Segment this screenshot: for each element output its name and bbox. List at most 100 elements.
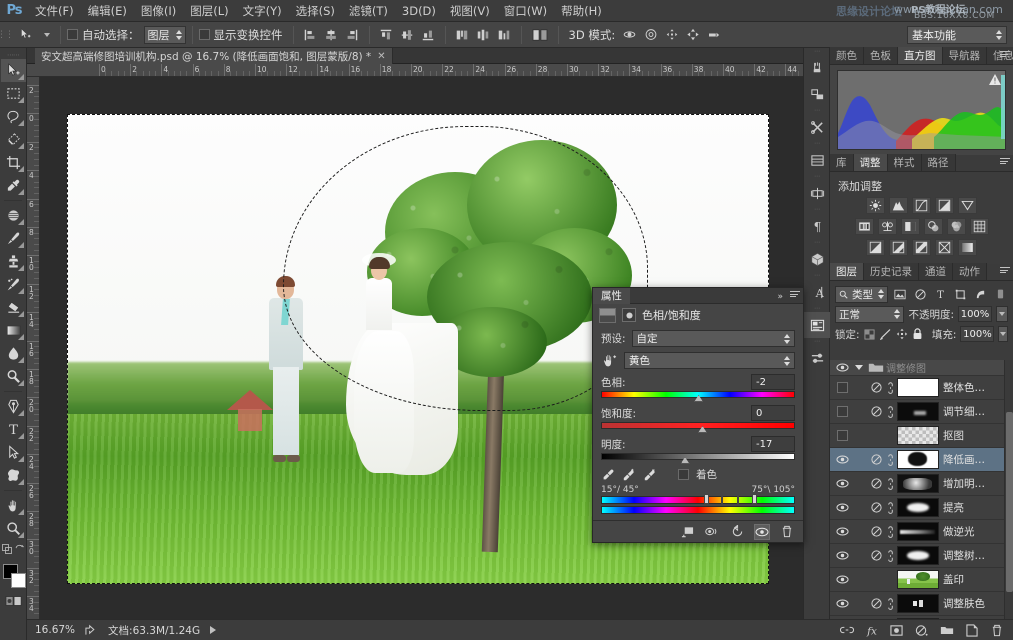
menu-3d[interactable]: 3D(D) xyxy=(395,0,443,22)
lasso-tool[interactable] xyxy=(1,105,26,128)
posterize-icon[interactable] xyxy=(889,239,908,256)
new-layer-icon[interactable] xyxy=(964,623,979,638)
panel-menu-icon[interactable] xyxy=(790,291,800,297)
distribute-vertical-center-icon[interactable] xyxy=(473,25,494,45)
color-swatches[interactable] xyxy=(0,562,27,592)
layer-visibility-icon[interactable] xyxy=(832,448,852,472)
panel-menu-icon[interactable] xyxy=(1000,267,1010,273)
lightness-slider[interactable] xyxy=(601,453,795,464)
layer-name[interactable]: 调整肤色 xyxy=(943,596,985,611)
paragraph-panel-icon[interactable] xyxy=(804,147,831,173)
color-lookup-icon[interactable] xyxy=(969,218,989,235)
align-bottom-edges-icon[interactable] xyxy=(418,25,439,45)
auto-select-scope-dropdown[interactable]: 图层 xyxy=(143,25,186,44)
dock-grip[interactable]: ⋯ xyxy=(804,239,829,246)
crop-tool[interactable] xyxy=(1,151,26,174)
path-selection-tool[interactable] xyxy=(1,441,26,464)
layer-name[interactable]: 增加明… xyxy=(943,476,985,491)
range-marker-right-outer[interactable] xyxy=(752,494,758,504)
layer-row[interactable]: 抠图 xyxy=(830,424,1013,448)
menu-edit[interactable]: 编辑(E) xyxy=(81,0,134,22)
histogram-warning-icon[interactable]: ! xyxy=(989,74,1001,85)
new-adjustment-layer-icon[interactable] xyxy=(914,623,929,638)
quick-mask-toggle[interactable] xyxy=(0,592,27,610)
range-marker-left-inner[interactable] xyxy=(721,494,724,504)
tab-history[interactable]: 历史记录 xyxy=(864,263,919,280)
layer-thumbnail[interactable] xyxy=(897,546,939,565)
adjustment-layer-icon[interactable] xyxy=(868,472,884,496)
layer-name[interactable]: 提亮 xyxy=(943,500,964,515)
tab-adjustments[interactable]: 调整 xyxy=(853,154,888,171)
layer-thumbnail[interactable] xyxy=(897,426,939,445)
layer-name[interactable]: 做逆光 xyxy=(943,524,975,539)
pen-tool[interactable] xyxy=(1,395,26,418)
invert-icon[interactable] xyxy=(866,239,885,256)
tab-styles[interactable]: 样式 xyxy=(887,154,922,171)
dock-grip[interactable]: ⋯ xyxy=(804,206,829,213)
tab-color[interactable]: 颜色 xyxy=(830,47,864,64)
show-transform-controls-checkbox[interactable] xyxy=(198,29,210,40)
mask-link-icon[interactable] xyxy=(884,592,897,616)
mask-target-icon[interactable] xyxy=(622,308,636,322)
layer-visibility-icon[interactable] xyxy=(832,520,852,544)
current-tool-move-icon[interactable] xyxy=(10,24,40,46)
layer-row[interactable]: 整体色… xyxy=(830,376,1013,400)
options-bar-grip[interactable]: ⋮⋮ xyxy=(0,22,14,48)
align-left-edges-icon[interactable] xyxy=(300,25,321,45)
layer-style-fx-icon[interactable]: fx xyxy=(864,623,879,638)
document-tab[interactable]: 安文超高端修图培训机构.psd @ 16.7% (降低画面饱和, 图层蒙版/8)… xyxy=(35,48,393,64)
auto-select-checkbox[interactable] xyxy=(67,29,78,40)
color-range-bar-result[interactable] xyxy=(601,506,795,514)
adjustment-layer-icon[interactable] xyxy=(868,496,884,520)
dodge-tool[interactable] xyxy=(1,365,26,388)
menu-filter[interactable]: 滤镜(T) xyxy=(342,0,395,22)
layer-name[interactable]: 整体色… xyxy=(943,380,985,395)
clone-stamp-tool[interactable] xyxy=(1,250,26,273)
lock-image-pixels-icon[interactable] xyxy=(879,326,892,342)
channel-mixer-icon[interactable] xyxy=(946,218,966,235)
dock-grip[interactable]: ⋯ xyxy=(804,48,829,55)
fill-value[interactable]: 100% xyxy=(960,326,995,342)
character-styles-panel-icon[interactable] xyxy=(804,180,831,206)
preview-previous-icon[interactable] xyxy=(704,524,720,540)
layer-name[interactable]: 抠图 xyxy=(943,428,964,443)
3d-panel-icon[interactable] xyxy=(804,246,831,272)
share-icon[interactable] xyxy=(85,624,98,636)
tab-actions[interactable]: 动作 xyxy=(953,263,987,280)
group-disclosure-triangle-icon[interactable] xyxy=(852,365,866,370)
layer-row[interactable]: 提亮 xyxy=(830,496,1013,520)
clone-source-panel-icon[interactable] xyxy=(804,81,831,107)
eraser-tool[interactable] xyxy=(1,296,26,319)
fill-slider-toggle[interactable] xyxy=(998,326,1009,342)
tab-navigator[interactable]: 导航器 xyxy=(942,47,987,64)
adjustment-layer-icon[interactable] xyxy=(868,376,884,400)
layer-visibility-icon[interactable] xyxy=(832,496,852,520)
custom-shape-tool[interactable] xyxy=(1,464,26,487)
saturation-value[interactable]: 0 xyxy=(751,405,795,421)
layer-row[interactable]: 降低画… xyxy=(830,448,1013,472)
eyedropper-add-icon[interactable] xyxy=(622,468,636,482)
lock-position-icon[interactable] xyxy=(896,326,908,342)
menu-layer[interactable]: 图层(L) xyxy=(183,0,235,22)
tool-preset-dropdown[interactable] xyxy=(40,24,54,46)
layer-row[interactable]: 调节细… xyxy=(830,400,1013,424)
filter-type-icon[interactable]: T xyxy=(932,286,948,302)
tab-swatches[interactable]: 色板 xyxy=(864,47,898,64)
adjustment-layer-icon[interactable] xyxy=(868,544,884,568)
clip-to-layer-icon[interactable] xyxy=(679,524,695,540)
pan-3d-icon[interactable] xyxy=(661,25,682,45)
layer-row[interactable]: 调整肤色 xyxy=(830,592,1013,616)
lock-all-icon[interactable] xyxy=(912,326,924,342)
toolbox-grip[interactable]: ⋯⋯ xyxy=(0,50,26,59)
opacity-slider-toggle[interactable] xyxy=(996,306,1008,322)
layer-thumbnail[interactable] xyxy=(897,402,939,421)
brushes-panel-icon[interactable] xyxy=(804,55,831,81)
quick-selection-tool[interactable] xyxy=(1,128,26,151)
layer-visibility-icon[interactable] xyxy=(832,472,852,496)
menu-window[interactable]: 窗口(W) xyxy=(497,0,554,22)
preset-dropdown[interactable]: 自定 xyxy=(631,330,795,347)
glyphs-panel-icon[interactable]: A xyxy=(804,279,831,305)
adjustment-layer-icon[interactable] xyxy=(868,592,884,616)
layer-row[interactable]: 调整树… xyxy=(830,544,1013,568)
filter-pixel-icon[interactable] xyxy=(892,286,908,302)
